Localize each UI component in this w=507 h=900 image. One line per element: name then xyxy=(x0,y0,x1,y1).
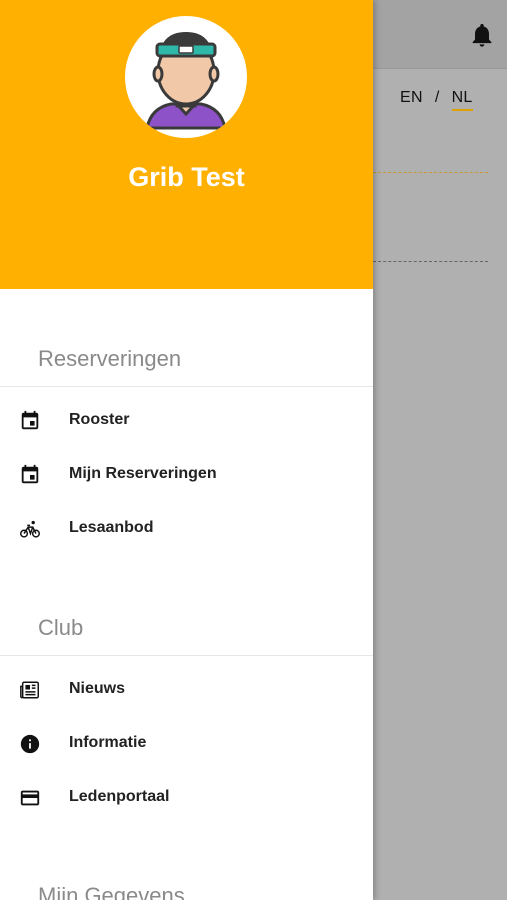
calendar-icon xyxy=(21,464,39,484)
input-underline xyxy=(373,172,488,173)
menu-item-informatie[interactable]: Informatie xyxy=(0,722,373,766)
section-title-club: Club xyxy=(38,615,84,640)
drawer-header: Grib Test xyxy=(0,0,373,289)
credit-card-icon xyxy=(20,790,40,806)
language-option-en[interactable]: EN xyxy=(400,89,423,107)
bicycle-icon xyxy=(20,520,40,538)
section-divider xyxy=(0,655,373,656)
section-divider xyxy=(0,386,373,387)
notification-bell-icon[interactable] xyxy=(468,20,496,50)
language-switcher: EN / NL xyxy=(400,89,473,111)
menu-item-label: Ledenportaal xyxy=(69,788,170,805)
language-option-nl[interactable]: NL xyxy=(451,89,473,111)
newspaper-icon xyxy=(20,681,39,699)
user-name: Grib Test xyxy=(128,162,245,192)
menu-item-label: Rooster xyxy=(69,411,130,428)
menu-item-nieuws[interactable]: Nieuws xyxy=(0,668,373,712)
menu-item-label: Mijn Reserveringen xyxy=(69,465,217,482)
cyclist-avatar-icon xyxy=(145,32,227,130)
menu-item-ledenportaal[interactable]: Ledenportaal xyxy=(0,776,373,820)
menu-item-lesaanbod[interactable]: Lesaanbod xyxy=(0,507,373,551)
menu-item-label: Informatie xyxy=(69,734,147,751)
calendar-icon xyxy=(21,410,39,430)
section-title-reserveringen: Reserveringen xyxy=(38,346,182,371)
info-icon xyxy=(20,734,40,754)
language-separator: / xyxy=(434,89,440,106)
menu-item-rooster[interactable]: Rooster xyxy=(0,399,373,443)
avatar[interactable] xyxy=(125,16,247,138)
navigation-drawer: Grib Test Reserveringen Rooster Mijn Res… xyxy=(0,0,373,900)
input-underline xyxy=(373,261,488,262)
section-title-mijn-gegevens: Mijn Gegevens xyxy=(38,883,185,900)
menu-item-mijn-reserveringen[interactable]: Mijn Reserveringen xyxy=(0,453,373,497)
menu-item-label: Lesaanbod xyxy=(69,519,154,536)
menu-item-label: Nieuws xyxy=(69,680,126,697)
